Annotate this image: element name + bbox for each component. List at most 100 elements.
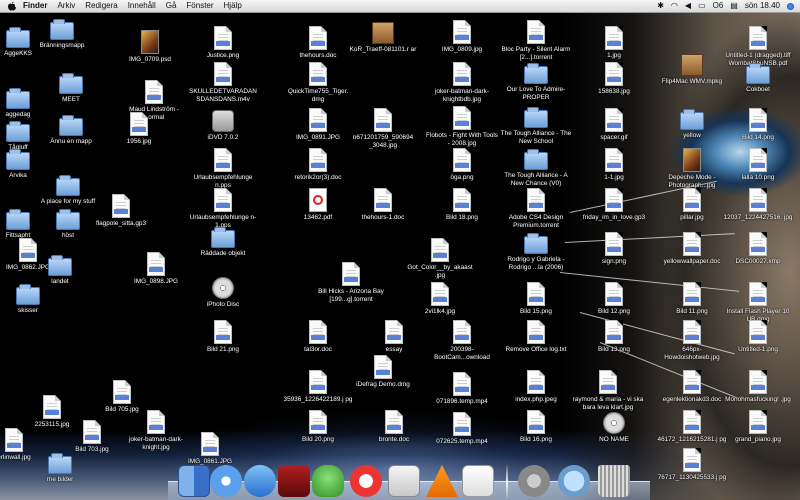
desktop-icon[interactable]: 13462.pdf xyxy=(282,188,354,222)
desktop-icon[interactable]: essay xyxy=(358,320,430,354)
desktop-icon[interactable]: Bild 21.png xyxy=(187,320,259,354)
desktop-icon[interactable]: Bild 12.png xyxy=(578,282,650,316)
desktop-icon[interactable]: Depeche Mode - Photograph...jpg xyxy=(656,148,728,190)
safari-icon[interactable] xyxy=(210,465,242,497)
desktop-icon[interactable]: spacer.gif xyxy=(578,108,650,142)
desktop-icon[interactable]: Flobots - Fight With Tools - 2008.jpg xyxy=(426,106,498,148)
desktop-icon[interactable]: yellowwallpaper.doc xyxy=(656,232,728,266)
desktop-icon[interactable]: thehours.doc xyxy=(282,26,354,60)
acrobat-cs-icon[interactable] xyxy=(350,465,382,497)
desktop-icon[interactable]: SKULLEDETVARADAN SDANSDANS.m4v xyxy=(187,62,259,104)
desktop-icon[interactable]: sign.png xyxy=(578,232,650,266)
desktop-icon[interactable]: KoR_Traeff-081101.r ar xyxy=(347,20,419,54)
desktop-icon[interactable]: 072625.temp.mp4 xyxy=(426,412,498,446)
desktop-icon[interactable]: Got_Color__by_akaast .jpg xyxy=(404,238,476,280)
desktop-icon[interactable]: Ännu en mapp xyxy=(35,114,107,146)
desktop-icon[interactable]: Install Flash Player 10 UB.dmg xyxy=(722,282,794,324)
desktop-icon[interactable]: joker-batman-dark- knightbdb.jpg xyxy=(426,62,498,104)
desktop-icon[interactable]: rne bilder xyxy=(24,452,96,484)
desktop-icon[interactable]: 071896.temp.mp4 xyxy=(426,372,498,406)
flag-icon[interactable]: ▤ xyxy=(730,0,738,12)
desktop-icon[interactable]: landet xyxy=(24,254,96,286)
menu-hjalp[interactable]: Hjälp xyxy=(224,0,242,12)
desktop-icon[interactable]: Bränningsmapp xyxy=(26,18,98,50)
desktop-icon[interactable]: friday_im_in_love.gp3 xyxy=(578,188,650,222)
desktop-icon[interactable]: IMG_0898.JPG xyxy=(120,252,192,286)
menu-ga[interactable]: Gå xyxy=(166,0,177,12)
desktop-icon[interactable]: 158638.jpg xyxy=(578,62,650,96)
desktop-icon[interactable]: Flip4Mac WMV.mpkg xyxy=(656,52,728,86)
desktop-icon[interactable]: Bild 15.png xyxy=(500,282,572,316)
menu-finder[interactable]: Finder xyxy=(23,0,47,12)
desktop-icon[interactable]: thehours-1.doc xyxy=(347,188,419,222)
desktop-icon[interactable]: raymond & maria - vi ska bara leva klart… xyxy=(572,370,644,412)
textedit-icon[interactable] xyxy=(462,465,494,497)
desktop-icon[interactable]: Urlaubsempfehlunge n.pps xyxy=(187,148,259,190)
preview-icon[interactable] xyxy=(388,465,420,497)
desktop-icon[interactable]: DSC00027.xmp xyxy=(722,232,794,266)
desktop-icon[interactable]: 646px- Howdoishotweb.jpg xyxy=(656,320,728,362)
spotlight-icon[interactable] xyxy=(787,2,794,10)
desktop-icon[interactable]: yellow xyxy=(656,108,728,140)
desktop-icon[interactable]: retorik2or(3).doc xyxy=(282,148,354,182)
desktop-icon[interactable]: IMG_0809.jpg xyxy=(426,20,498,54)
desktop-icon[interactable]: Bild 705.jpg xyxy=(86,380,158,414)
desktop-icon[interactable]: bronte.doc xyxy=(358,410,430,444)
desktop-icon[interactable]: MEET xyxy=(35,72,107,104)
desktop-icon[interactable]: Bild 703.jpg xyxy=(56,420,128,454)
desktop-icon[interactable]: pillar.jpg xyxy=(656,188,728,222)
wifi-icon[interactable]: ◠ xyxy=(671,0,678,12)
menu-arkiv[interactable]: Arkiv xyxy=(57,0,75,12)
desktop-icon[interactable]: Bill Hicks - Arizona Bay [199...g].torre… xyxy=(315,262,387,304)
desktop-icon[interactable]: egenlektionakd3.doc xyxy=(656,370,728,404)
desktop-icon[interactable]: Our Love To Admire- PROPER xyxy=(500,62,572,102)
apple-icon[interactable] xyxy=(7,1,17,11)
desktop-icon[interactable]: öga.png xyxy=(426,148,498,182)
desktop-icon[interactable]: Bloc Party - Silent Alarm [2...].torrent xyxy=(500,20,572,62)
desktop-icon[interactable]: iDVD 7.0.2 xyxy=(187,108,259,142)
desktop-icon[interactable]: 1956.jpg xyxy=(103,112,175,146)
desktop-icon[interactable]: Untitled-1.png xyxy=(722,320,794,354)
bluetooth-icon[interactable]: ✱ xyxy=(657,0,664,12)
photo-booth-icon[interactable] xyxy=(278,465,310,497)
desktop-icon[interactable]: Räddade objekt xyxy=(187,226,259,258)
desktop-icon[interactable]: grand_piano.jpg xyxy=(722,410,794,444)
finder-icon[interactable] xyxy=(178,465,210,497)
desktop-icon[interactable]: iPhoto Disc xyxy=(187,275,259,309)
desktop-icon[interactable]: 1-1.jpg xyxy=(578,148,650,182)
desktop-icon[interactable]: Remove Office log.txt xyxy=(500,320,572,354)
desktop-icon[interactable]: QuickTime755_Tiger. dmg xyxy=(282,62,354,104)
desktop-icon[interactable]: IMG_0891.JPG xyxy=(282,108,354,142)
volume-icon[interactable]: ◀ xyxy=(685,0,691,12)
desktop-icon[interactable]: Rodrigo y Gabriela - Rodrigo ...la (2006… xyxy=(500,232,572,272)
desktop-icon[interactable]: Bild 16.png xyxy=(500,410,572,444)
desktop-icon[interactable]: iDefrag Demo.dmg xyxy=(347,355,419,389)
desktop-icon[interactable]: Justice.png xyxy=(187,26,259,60)
desktop-icon[interactable]: Bild 11.png xyxy=(656,282,728,316)
desktop-icon[interactable]: 2vi1lk4.jpg xyxy=(404,282,476,316)
desktop-icon[interactable]: flagpole_sitta.gp3 xyxy=(85,194,157,228)
desktop-icon[interactable]: 76717_1130425533.j pg xyxy=(656,448,728,482)
desktop-icon[interactable]: NO NAME xyxy=(578,410,650,444)
menu-redigera[interactable]: Redigera xyxy=(85,0,117,12)
desktop-icon[interactable]: Bild 13.png xyxy=(578,320,650,354)
menu-innehall[interactable]: Innehåll xyxy=(128,0,156,12)
desktop-icon[interactable]: Monohmasfucking! .jpg xyxy=(722,370,794,404)
desktop-icon[interactable]: Bild 18.png xyxy=(426,188,498,222)
desktop-icon[interactable]: index.php.jpeg xyxy=(500,370,572,404)
desktop-icon[interactable]: Bild 20.png xyxy=(282,410,354,444)
desktop-icon[interactable]: 35936_1226422189.j pg xyxy=(282,370,354,404)
desktop-icon[interactable]: skisser xyxy=(0,283,64,315)
desktop-icon[interactable]: IMG_0709.psd xyxy=(114,30,186,64)
desktop-icon[interactable]: Adobe CS4 Design Premium.torrent xyxy=(500,188,572,230)
itunes-icon[interactable] xyxy=(244,465,276,497)
trash-icon[interactable] xyxy=(598,465,630,497)
adium-icon[interactable] xyxy=(312,465,344,497)
menu-clock[interactable]: sön 18.40 xyxy=(745,0,780,12)
desktop-icon[interactable]: 46172_1216215281.j pg xyxy=(656,410,728,444)
desktop-icon[interactable]: lalla 10.png xyxy=(722,148,794,182)
desktop-icon[interactable]: Cokboet xyxy=(722,62,794,94)
desktop-icon[interactable]: Bild 14.png xyxy=(722,108,794,142)
desktop-icon[interactable]: tal3or.doc xyxy=(282,320,354,354)
desktop-icon[interactable]: n671201759_590694 _3048.jpg xyxy=(347,108,419,150)
